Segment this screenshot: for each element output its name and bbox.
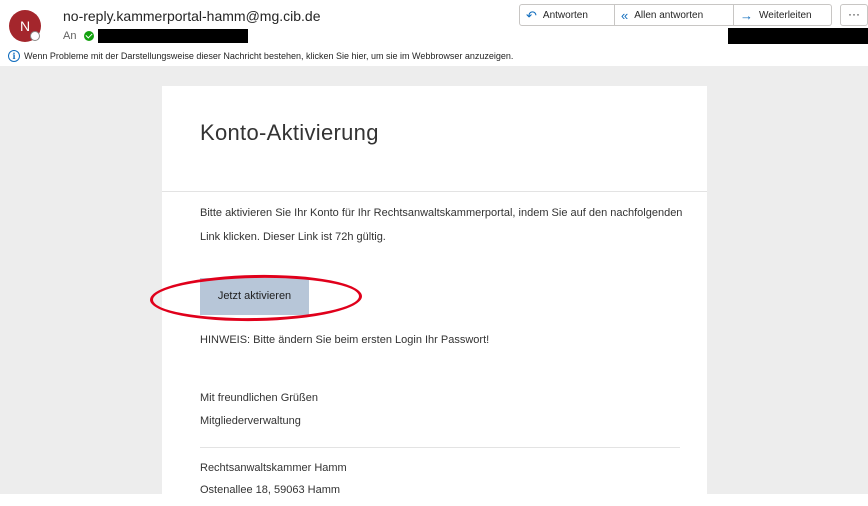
presence-status-icon xyxy=(30,31,40,41)
info-bar[interactable]: i Wenn Probleme mit der Darstellungsweis… xyxy=(8,50,513,62)
email-card: Konto-Aktivierung Bitte aktivieren Sie I… xyxy=(149,86,707,506)
organization-name: Rechtsanwaltskammer Hamm xyxy=(200,462,347,474)
forward-button[interactable]: → Weiterleiten xyxy=(734,4,832,26)
info-text[interactable]: Wenn Probleme mit der Darstellungsweise … xyxy=(24,51,513,61)
email-header: N no-reply.kammerportal-hamm@mg.cib.de A… xyxy=(0,0,868,66)
reply-icon: ↶ xyxy=(526,7,537,23)
activation-paragraph: Bitte aktivieren Sie Ihr Konto für Ihr R… xyxy=(200,207,683,243)
check-icon xyxy=(84,31,95,41)
forward-label: Weiterleiten xyxy=(759,9,812,21)
reply-label: Antworten xyxy=(542,9,588,21)
greeting: Mit freundlichen Grüßen xyxy=(200,392,318,404)
to-label: An xyxy=(63,30,77,42)
email-title: Konto-Aktivierung xyxy=(200,120,379,145)
message-actions: ↶ Antworten « Allen antworten → Weiterle… xyxy=(519,4,832,26)
forward-icon: → xyxy=(740,7,753,23)
password-hint: HINWEIS: Bitte ändern Sie beim ersten Lo… xyxy=(200,334,490,346)
sender-address[interactable]: no-reply.kammerportal-hamm@mg.cib.de xyxy=(63,8,320,24)
info-icon: i xyxy=(8,50,20,62)
redacted-date xyxy=(728,28,868,44)
organization-address: Ostenallee 18, 59063 Hamm xyxy=(200,484,341,496)
reply-all-label: Allen antworten xyxy=(634,9,704,21)
title-divider xyxy=(162,191,707,192)
recipient-row: An xyxy=(63,28,249,44)
more-actions-button[interactable]: ··· xyxy=(840,4,868,26)
signature-divider xyxy=(200,447,680,448)
department: Mitgliederverwaltung xyxy=(200,415,301,427)
reply-all-icon: « xyxy=(621,7,629,23)
highlight-annotation xyxy=(149,273,363,323)
redacted-recipient xyxy=(98,29,249,43)
reply-all-button[interactable]: « Allen antworten xyxy=(615,4,734,26)
reply-button[interactable]: ↶ Antworten xyxy=(519,4,615,26)
message-body: Konto-Aktivierung Bitte aktivieren Sie I… xyxy=(0,66,868,506)
